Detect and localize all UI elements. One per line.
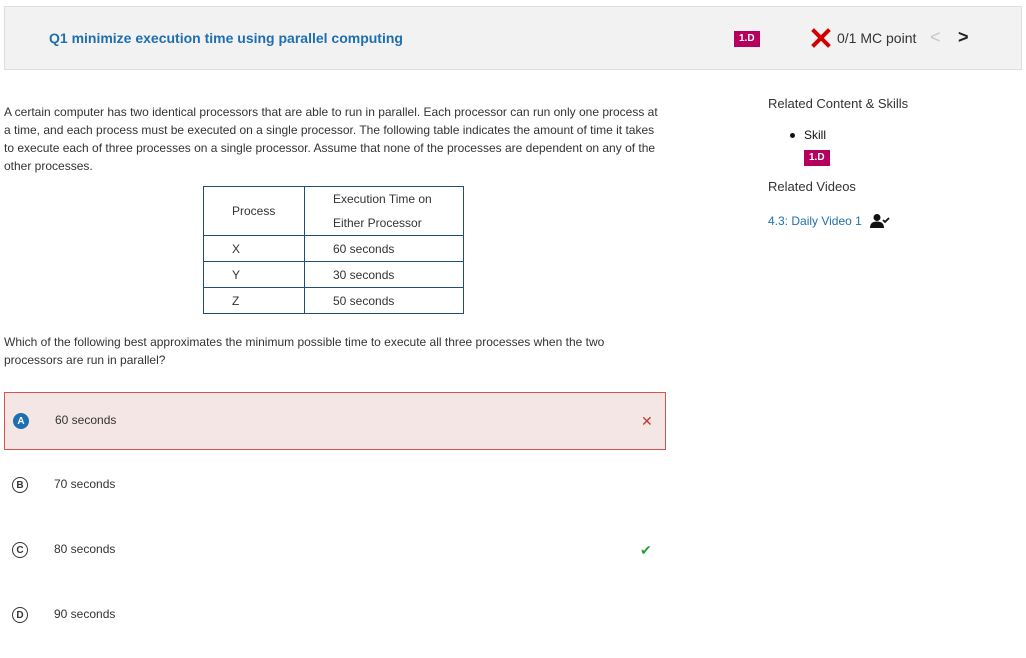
skill-label: Skill (804, 128, 827, 142)
answer-choice-c[interactable]: C 80 seconds ✔ (4, 522, 666, 580)
related-content-heading: Related Content & Skills (768, 96, 909, 111)
table-header: Process (203, 186, 305, 236)
table-row: Z 50 seconds (203, 287, 464, 314)
choice-letter: C (12, 542, 28, 558)
video-link-label: 4.3: Daily Video 1 (768, 214, 862, 228)
table-cell: 30 seconds (304, 261, 464, 288)
choice-letter: D (12, 607, 28, 623)
answer-choice-d[interactable]: D 90 seconds (4, 587, 666, 645)
person-check-icon (869, 214, 890, 228)
answer-choice-b[interactable]: B 70 seconds (4, 457, 666, 515)
choice-text: 90 seconds (54, 607, 116, 621)
choice-text: 60 seconds (55, 413, 117, 427)
previous-question-button[interactable]: < (930, 27, 941, 48)
question-title[interactable]: Q1 minimize execution time using paralle… (49, 30, 403, 46)
question-stem: A certain computer has two identical pro… (4, 105, 658, 173)
table-row: X 60 seconds (203, 235, 464, 262)
table-cell: X (203, 235, 305, 262)
choice-letter: A (13, 413, 29, 429)
skill-list-item: Skill (790, 128, 826, 142)
sidebar-skill-badge: 1.D (804, 150, 830, 166)
next-question-button[interactable]: > (958, 27, 969, 48)
score-indicator: 0/1 MC point (811, 28, 916, 48)
skill-badge: 1.D (734, 31, 760, 47)
table-cell: Y (203, 261, 305, 288)
score-text: 0/1 MC point (837, 30, 917, 46)
table-row: Y 30 seconds (203, 261, 464, 288)
question-header: Q1 minimize execution time using paralle… (4, 6, 1022, 70)
related-videos-heading: Related Videos (768, 179, 856, 194)
incorrect-icon: ✕ (641, 413, 653, 429)
question-prompt: Which of the following best approximates… (4, 335, 605, 367)
bullet (790, 133, 795, 139)
table-cell: 50 seconds (304, 287, 464, 314)
choice-text: 80 seconds (54, 542, 116, 556)
answer-choice-a[interactable]: A 60 seconds ✕ (4, 392, 666, 450)
table-cell: Z (203, 287, 305, 314)
table-header-row: Process Execution Time on Either Process… (203, 186, 464, 236)
x-mark-icon (811, 28, 831, 48)
correct-check-icon: ✔ (640, 542, 652, 558)
related-video-link[interactable]: 4.3: Daily Video 1 (768, 213, 890, 229)
choice-letter: B (12, 477, 28, 493)
process-table: Process Execution Time on Either Process… (203, 186, 464, 314)
choice-text: 70 seconds (54, 477, 116, 491)
table-header: Execution Time on Either Processor (304, 186, 464, 236)
table-cell: 60 seconds (304, 235, 464, 262)
